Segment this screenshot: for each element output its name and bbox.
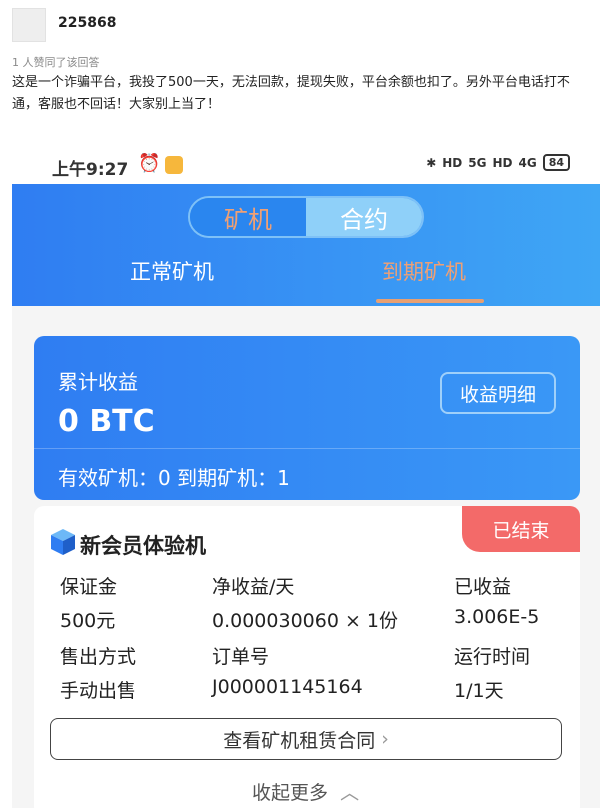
- hd-icon: HD: [442, 155, 463, 170]
- earned-label: 已收益: [454, 576, 512, 598]
- likes-count: 1 人赞同了该回答: [12, 56, 100, 69]
- machine-card: 已结束 新会员体验机 保证金 净收益/天 已收益 500元 0.00003006…: [34, 506, 580, 808]
- view-contract-button[interactable]: 查看矿机租赁合同 ›: [50, 718, 562, 760]
- status-bar: 上午9:27 ⏰ ✱ HD 5G HD 4G 84: [12, 138, 600, 184]
- phone-screenshot: 上午9:27 ⏰ ✱ HD 5G HD 4G 84 矿机 合约 正常矿机 到期矿…: [12, 138, 600, 808]
- chevron-up-icon: ︿: [340, 782, 360, 804]
- app-header: 矿机 合约 正常矿机 到期矿机: [12, 184, 600, 306]
- status-time: 上午9:27: [52, 160, 129, 180]
- sale-method-label: 售出方式: [60, 646, 137, 668]
- toggle-machines[interactable]: 矿机: [190, 198, 306, 236]
- toggle-contracts[interactable]: 合约: [306, 198, 422, 236]
- order-number-value: J000001145164: [212, 676, 363, 698]
- tab-indicator: [376, 299, 484, 303]
- avatar[interactable]: [12, 8, 46, 42]
- collapse-more-button[interactable]: 收起更多 ︿: [252, 778, 359, 805]
- machine-counts: 有效矿机：0 到期矿机：1: [58, 466, 290, 490]
- status-icons: ✱ HD 5G HD 4G 84: [426, 154, 570, 171]
- view-contract-label: 查看矿机租赁合同: [223, 729, 376, 752]
- bluetooth-icon: ✱: [426, 155, 437, 170]
- tab-normal-machines[interactable]: 正常矿机: [130, 256, 214, 296]
- signal-4g-icon: 4G: [518, 155, 537, 170]
- message-icon: [165, 156, 183, 174]
- tab-expired-machines[interactable]: 到期矿机: [382, 256, 466, 296]
- machine-title: 新会员体验机: [80, 534, 206, 558]
- username[interactable]: 225868: [58, 15, 116, 31]
- status-badge: 已结束: [462, 506, 580, 552]
- net-income-label: 净收益/天: [212, 576, 295, 598]
- divider: [34, 448, 580, 449]
- post-body: 这是一个诈骗平台，我投了500一天，无法回款，提现失败，平台余额也扣了。另外平台…: [12, 75, 570, 112]
- earned-value: 3.006E-5: [454, 606, 540, 628]
- earnings-detail-button[interactable]: 收益明细: [440, 372, 556, 414]
- cube-icon: [51, 529, 75, 555]
- signal-5g-icon: 5G: [468, 155, 487, 170]
- earnings-card: 累计收益 0 BTC 收益明细 有效矿机：0 到期矿机：1: [34, 336, 580, 500]
- collapse-label: 收起更多: [252, 782, 329, 804]
- run-time-value: 1/1天: [454, 680, 504, 702]
- hd-icon-2: HD: [492, 155, 513, 170]
- earnings-value: 0 BTC: [58, 404, 155, 439]
- sale-method-value: 手动出售: [60, 680, 137, 702]
- deposit-label: 保证金: [60, 576, 118, 598]
- order-number-label: 订单号: [212, 646, 270, 668]
- net-income-value: 0.000030060 × 1份: [212, 610, 399, 632]
- segment-toggle: 矿机 合约: [188, 196, 424, 238]
- deposit-value: 500元: [60, 610, 116, 632]
- chevron-right-icon: ›: [381, 728, 389, 750]
- battery-icon: 84: [542, 154, 570, 171]
- earnings-label: 累计收益: [58, 370, 138, 394]
- run-time-label: 运行时间: [454, 646, 531, 668]
- alarm-clock-icon: ⏰: [138, 153, 161, 174]
